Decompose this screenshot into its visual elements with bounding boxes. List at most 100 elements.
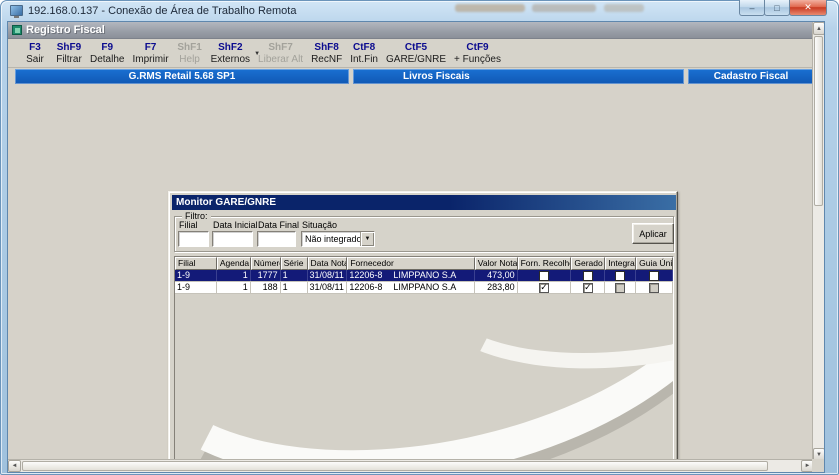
- situacao-dropdown-button[interactable]: ▼: [360, 232, 374, 246]
- rdp-titlebar[interactable]: 192.168.0.137 - Conexão de Área de Traba…: [0, 0, 839, 21]
- rdp-window: 192.168.0.137 - Conexão de Área de Traba…: [0, 0, 839, 475]
- maximize-icon: □: [774, 2, 780, 13]
- rdp-title: 192.168.0.137 - Conexão de Área de Traba…: [28, 4, 297, 17]
- horizontal-scrollbar[interactable]: ◄ ►: [8, 459, 814, 472]
- toolbar-key: ShF7: [268, 42, 293, 53]
- toolbar-item-sair[interactable]: F3 Sair: [18, 42, 52, 66]
- column-header-filial[interactable]: Filial: [175, 257, 217, 270]
- toolbar-item-fun-es[interactable]: CtF9 + Funções: [450, 42, 505, 66]
- checkbox-unchecked[interactable]: [582, 270, 593, 281]
- toolbar-key: F7: [144, 42, 157, 53]
- function-key-toolbar: F3 Sair ShF9 Filtrar F9 Detalhe F7 Imprimir ShF1…: [8, 40, 814, 68]
- cell-forn-recolhe: [518, 270, 572, 281]
- toolbar-key: ShF9: [56, 42, 82, 53]
- scroll-left-button[interactable]: ◄: [8, 460, 21, 472]
- toolbar-key: CtF5: [404, 42, 428, 53]
- toolbar-key: ShF8: [314, 42, 339, 53]
- column-header-s-rie[interactable]: Série: [280, 257, 308, 270]
- checkbox-checked[interactable]: ✓: [539, 282, 550, 293]
- cell-fornecedor: 12206-8 LIMPPANO S.A: [347, 282, 475, 293]
- check-icon: ✓: [584, 282, 592, 292]
- toolbar-label: Int.Fin: [350, 54, 378, 65]
- checkbox-disabled: [615, 282, 626, 293]
- maximize-button[interactable]: □: [764, 0, 790, 16]
- chevron-down-icon: ▼: [364, 236, 371, 242]
- close-button[interactable]: ✕: [789, 0, 827, 16]
- toolbar-label: Liberar Alt: [258, 54, 304, 65]
- toolbar-label: Imprimir: [132, 54, 169, 65]
- toolbar-key: CtF9: [466, 42, 489, 53]
- column-header-gerado[interactable]: Gerado: [571, 257, 606, 270]
- minimize-button[interactable]: –: [739, 0, 765, 16]
- column-header-guia-nica[interactable]: Guia Única: [636, 257, 673, 270]
- toolbar-item-externos[interactable]: ShF2 Externos ▼: [207, 42, 260, 66]
- horizontal-scroll-thumb[interactable]: [22, 461, 768, 471]
- cell-agenda: 1: [217, 282, 251, 293]
- vertical-scroll-thumb[interactable]: [814, 36, 823, 206]
- toolbar-label: GARE/GNRE: [386, 54, 447, 65]
- cell-gerado: ✓: [571, 282, 606, 293]
- table-row-selected[interactable]: 1-9 1 1777 1 31/08/11 12206-8 LIMPPANO S.A 473,…: [175, 270, 673, 282]
- checkbox-disabled: [649, 282, 660, 293]
- cell-forn-recolhe: ✓: [518, 282, 572, 293]
- aplicar-button[interactable]: Aplicar: [632, 223, 674, 244]
- scroll-up-button[interactable]: ▲: [813, 22, 824, 35]
- column-header-n-mero-d[interactable]: Número d.: [250, 257, 281, 270]
- toolbar-label: RecNF: [311, 54, 343, 65]
- column-header-valor-nota[interactable]: Valor Nota: [474, 257, 518, 270]
- scroll-left-icon: ◄: [11, 463, 18, 469]
- dialog-titlebar[interactable]: Monitor GARE/GNRE: [172, 195, 676, 210]
- data-final-input[interactable]: [257, 231, 296, 247]
- toolbar-item-int-fin[interactable]: CtF8 Int.Fin: [346, 42, 382, 66]
- cell-data-nota: 31/08/11: [308, 282, 348, 293]
- banner-module: Livros Fiscais: [353, 69, 684, 84]
- table-row[interactable]: 1-9 1 188 1 31/08/11 12206-8 LIMPPANO S.A 283,8…: [175, 282, 673, 294]
- filial-label: Filial: [179, 220, 198, 230]
- toolbar-label: Filtrar: [56, 54, 82, 65]
- cell-agenda: 1: [217, 270, 251, 281]
- table-body: 1-9 1 1777 1 31/08/11 12206-8 LIMPPANO S.A 473,…: [175, 270, 673, 294]
- banner-center-text: Livros Fiscais: [403, 71, 470, 82]
- toolbar-key: CtF8: [352, 42, 376, 53]
- cell-numero: 188: [251, 282, 281, 293]
- cell-integrado: [605, 282, 637, 293]
- cell-valor-nota: 473,00: [475, 270, 518, 281]
- cell-numero: 1777: [251, 270, 281, 281]
- data-inicial-input[interactable]: [212, 231, 253, 247]
- status-banner: G.RMS Retail 5.68 SP1 Livros Fiscais Cad…: [8, 69, 814, 84]
- banner-section: Cadastro Fiscal: [688, 69, 814, 84]
- column-header-fornecedor[interactable]: Fornecedor: [347, 257, 475, 270]
- toolbar-item-detalhe[interactable]: F9 Detalhe: [86, 42, 128, 66]
- toolbar-key: F3: [29, 42, 41, 53]
- mdi-workspace: Monitor GARE/GNRE Filtro: Filial Data In…: [8, 84, 814, 472]
- banner-app-version: G.RMS Retail 5.68 SP1: [15, 69, 349, 84]
- data-inicial-label: Data Inicial: [213, 220, 258, 230]
- column-header-forn-recolhe[interactable]: Forn. Recolhe: [517, 257, 572, 270]
- checkbox-unchecked[interactable]: [615, 270, 626, 281]
- cell-valor-nota: 283,80: [475, 282, 518, 293]
- column-header-integrado[interactable]: Integrado: [605, 257, 637, 270]
- column-header-agenda[interactable]: Agenda: [216, 257, 251, 270]
- toolbar-item-recnf[interactable]: ShF8 RecNF: [307, 42, 346, 66]
- filial-input[interactable]: [178, 231, 209, 247]
- toolbar-item-filtrar[interactable]: ShF9 Filtrar: [52, 42, 86, 66]
- cell-filial: 1-9: [175, 282, 217, 293]
- fornecedor-nome: LIMPPANO S.A: [393, 282, 457, 292]
- app-titlebar[interactable]: Registro Fiscal: [8, 22, 814, 39]
- toolbar-item-liberar-alt: ShF7 Liberar Alt: [254, 42, 307, 66]
- checkbox-unchecked[interactable]: [649, 270, 660, 281]
- checkbox-checked[interactable]: ✓: [582, 282, 593, 293]
- toolbar-item-gare-gnre[interactable]: CtF5 GARE/GNRE: [382, 42, 450, 66]
- cell-serie: 1: [281, 270, 308, 281]
- toolbar-item-imprimir[interactable]: F7 Imprimir: [128, 42, 172, 66]
- vertical-scrollbar[interactable]: ▲ ▼: [812, 22, 824, 461]
- situacao-select[interactable]: Não integrados ▼: [301, 231, 375, 247]
- titlebar-ghost-text: [604, 4, 644, 12]
- window-controls: – □ ✕: [739, 0, 827, 16]
- checkbox-unchecked[interactable]: [539, 270, 550, 281]
- gare-gnre-list: FilialAgendaNúmero d.SérieData NotaForne…: [174, 256, 674, 472]
- column-header-data-nota[interactable]: Data Nota: [307, 257, 348, 270]
- close-icon: ✕: [804, 2, 812, 12]
- dialog-monitor-gare-gnre: Monitor GARE/GNRE Filtro: Filial Data In…: [168, 191, 678, 472]
- toolbar-key: ShF2: [218, 42, 243, 53]
